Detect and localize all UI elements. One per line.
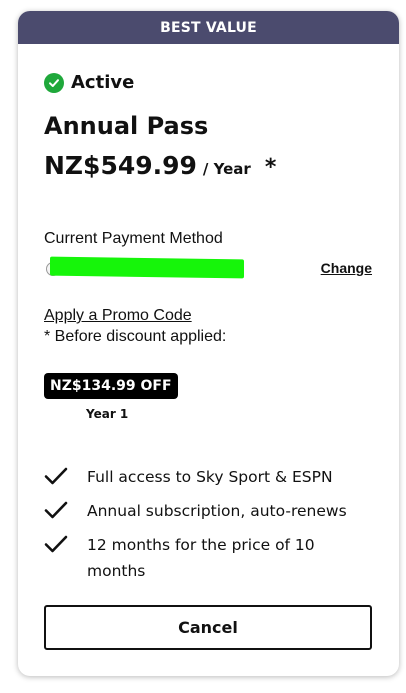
status-label: Active — [71, 72, 135, 93]
payment-method-label: Current Payment Method — [44, 230, 223, 247]
price-row: NZ$549.99 / Year * — [44, 151, 276, 180]
discount-badge: NZ$134.99 OFF — [44, 373, 178, 399]
feature-label: Full access to Sky Sport & ESPN — [87, 468, 333, 486]
discount-period: Year 1 — [86, 407, 129, 421]
check-circle-icon — [44, 72, 64, 93]
discount-badge-label: NZ$134.99 OFF — [50, 378, 172, 394]
price-asterisk: * — [264, 155, 277, 180]
feature-item: Full access to Sky Sport & ESPN — [44, 464, 374, 490]
feature-label: Annual subscription, auto-renews — [87, 502, 347, 520]
check-icon — [44, 535, 68, 553]
subscription-card: BEST VALUE Active Annual Pass NZ$549.99 … — [18, 11, 399, 676]
redacted-payment-details — [50, 256, 244, 279]
status-indicator: Active — [44, 72, 134, 93]
change-payment-link[interactable]: Change — [321, 260, 372, 276]
apply-promo-code-link[interactable]: Apply a Promo Code — [44, 307, 192, 325]
plan-name: Annual Pass — [44, 112, 209, 140]
feature-list: Full access to Sky Sport & ESPN Annual s… — [44, 464, 374, 592]
check-icon — [44, 467, 68, 485]
payment-method-row: Change — [44, 256, 372, 280]
best-value-banner: BEST VALUE — [18, 11, 399, 44]
feature-item: 12 months for the price of 10 months — [44, 532, 374, 584]
feature-item: Annual subscription, auto-renews — [44, 498, 374, 524]
cancel-button[interactable]: Cancel — [44, 605, 372, 650]
plan-price: NZ$549.99 — [44, 151, 197, 180]
plan-period: / Year — [202, 160, 251, 178]
banner-label: BEST VALUE — [160, 19, 257, 36]
check-icon — [44, 501, 68, 519]
feature-label: 12 months for the price of 10 months — [87, 536, 315, 580]
promo-note: * Before discount applied: — [44, 328, 227, 345]
